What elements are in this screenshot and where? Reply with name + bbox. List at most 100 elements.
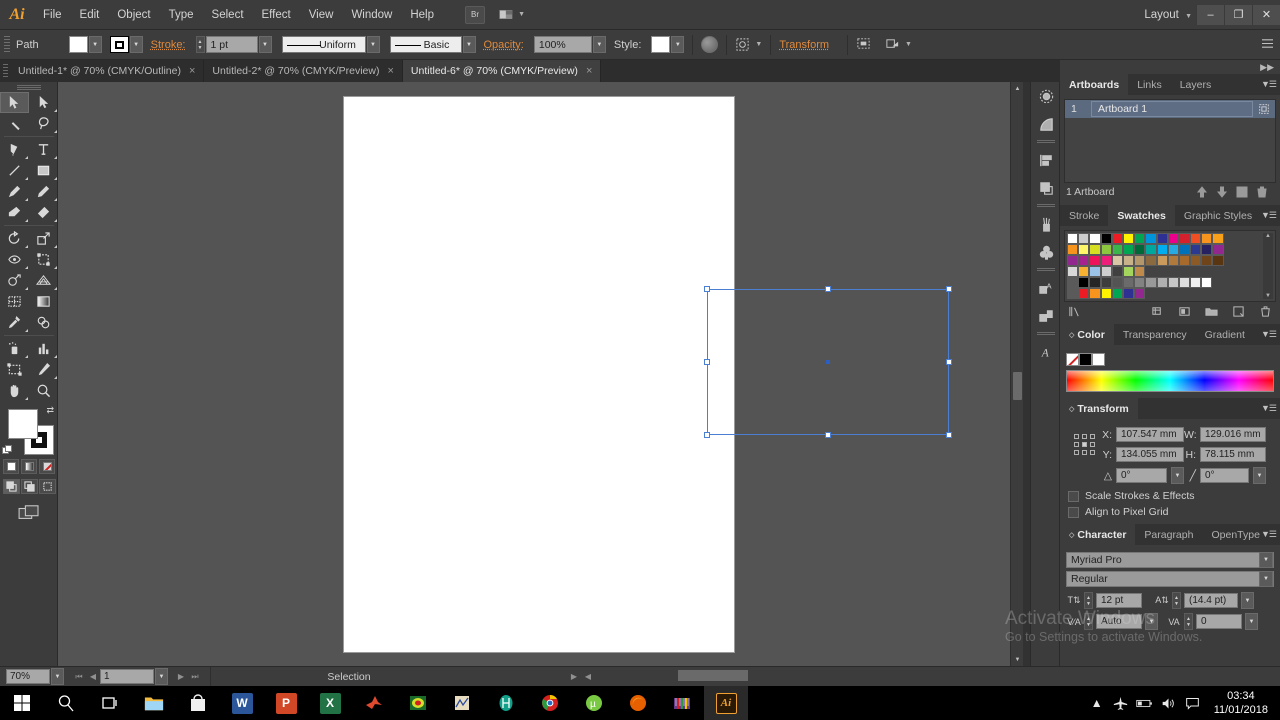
menu-object[interactable]: Object [108,0,159,30]
direct-selection-tool[interactable] [29,92,58,113]
utorrent-icon[interactable]: µ [572,686,616,720]
swatch-cell[interactable] [1122,288,1135,299]
minimize-button[interactable]: – [1196,4,1224,25]
swatch-cell[interactable] [1089,233,1101,244]
handle-bottom-left[interactable] [704,432,710,438]
word-icon[interactable]: W [220,686,264,720]
swatch-cell[interactable] [1089,288,1101,299]
swap-fill-stroke-icon[interactable]: ⇄ [46,405,54,416]
tab-bar-grip[interactable] [0,60,10,82]
microsoft-store-icon[interactable] [176,686,220,720]
kerning-dropdown-icon[interactable]: ▼ [1145,613,1158,630]
swatch-cell[interactable] [1201,255,1213,266]
swatch-cell[interactable] [1201,244,1213,255]
canvas-vertical-scrollbar[interactable]: ▲ ▼ [1010,82,1023,666]
pen-tool[interactable] [0,139,29,160]
new-swatch-icon[interactable] [1232,305,1245,318]
action-center-icon[interactable] [1182,686,1204,720]
swatch-cell[interactable] [1122,255,1135,266]
handle-bottom-center[interactable] [825,432,831,438]
scroll-down-icon[interactable]: ▼ [1011,653,1023,666]
swatches-scrollbar[interactable]: ▲ ▼ [1263,233,1273,299]
fill-color-swatch[interactable] [68,36,88,53]
opacity-dropdown-icon[interactable]: ▼ [592,36,606,53]
w-field[interactable]: 129.016 mm [1200,427,1266,442]
eyedropper-tool[interactable] [0,312,29,333]
swatch-cell[interactable] [1145,244,1157,255]
artboard-canvas[interactable] [344,97,952,652]
tab-artboards[interactable]: Artboards [1060,74,1129,95]
leading-dropdown-icon[interactable]: ▼ [1241,592,1254,609]
draw-inside-button[interactable] [38,479,56,494]
align-pixel-checkbox[interactable] [1068,506,1079,518]
battery-icon[interactable] [1134,686,1156,720]
swatch-rows[interactable] [1067,233,1263,299]
tab-gradient[interactable]: Gradient [1195,324,1254,345]
swatch-cell[interactable] [1145,233,1157,244]
file-explorer-icon[interactable] [132,686,176,720]
swatch-cell[interactable] [1100,244,1112,255]
font-style-dropdown-icon[interactable]: ▼ [1259,571,1273,587]
swatch-cell[interactable] [1089,244,1101,255]
swatch-cell[interactable] [1134,233,1146,244]
workspace-switcher[interactable]: Layout ▼ [1144,9,1196,21]
show-hidden-icons-icon[interactable]: ▲ [1086,686,1108,720]
search-icon[interactable] [44,686,88,720]
swatch-cell[interactable] [1167,277,1179,288]
swatch-cell[interactable] [1089,266,1101,277]
arrange-documents-button[interactable]: ▼ [499,6,525,24]
show-swatch-kinds-icon[interactable] [1151,305,1164,318]
font-size-stepper[interactable]: ▲ ▼ [1084,592,1093,609]
swatch-cell[interactable] [1212,244,1224,255]
swatch-cell[interactable] [1100,277,1112,288]
brush-definition-dropdown-icon[interactable]: ▼ [462,36,476,53]
swatch-cell[interactable] [1167,244,1179,255]
matlab-icon[interactable] [352,686,396,720]
document-tab-2[interactable]: Untitled-2* @ 70% (CMYK/Preview) × [204,60,403,82]
swatch-cell[interactable] [1178,255,1191,266]
swatches-grid[interactable]: ▲ ▼ [1064,230,1276,302]
free-transform-tool[interactable] [29,249,58,270]
font-family-dropdown-icon[interactable]: ▼ [1259,552,1273,568]
rotate-tool[interactable] [0,228,29,249]
transform-link[interactable]: Transform [779,39,829,51]
y-field[interactable]: 134.055 mm [1116,447,1184,462]
illustrator-icon[interactable]: Ai [704,686,748,720]
swatch-cell[interactable] [1178,244,1191,255]
menu-file[interactable]: File [34,0,71,30]
new-color-group-icon[interactable] [1205,305,1218,318]
scrollbar-thumb[interactable] [678,670,748,681]
swatch-cell[interactable] [1111,244,1123,255]
swatch-cell[interactable] [1145,277,1157,288]
stroke-weight-field[interactable]: 1 pt [205,36,258,53]
swatch-cell[interactable] [1134,266,1146,277]
swatch-cell[interactable] [1067,233,1079,244]
style-dropdown-icon[interactable]: ▼ [671,36,685,53]
swatch-cell[interactable] [1067,288,1079,299]
color-mode-button[interactable] [3,459,19,474]
stroke-profile-dropdown-icon[interactable]: ▼ [366,36,380,53]
tab-character[interactable]: ◇ Character [1060,524,1136,545]
color-spectrum-bar[interactable] [1066,370,1274,392]
artboard-list[interactable]: 1 Artboard 1 [1064,99,1276,183]
graphic-style-swatch[interactable] [651,36,671,53]
restore-button[interactable]: ❐ [1224,4,1252,25]
chrome-icon[interactable] [528,686,572,720]
control-bar-menu-icon[interactable] [1261,38,1280,52]
stroke-color-swatch[interactable] [109,36,129,53]
bridge-button[interactable]: Br [465,5,485,24]
tab-transparency[interactable]: Transparency [1113,324,1196,345]
swatch-cell[interactable] [1167,255,1179,266]
rotate-dropdown-icon[interactable]: ▼ [1171,467,1184,484]
blob-brush-tool[interactable] [0,202,29,223]
screen-mode-button[interactable] [0,504,57,522]
origin-icon[interactable] [440,686,484,720]
scroll-up-icon[interactable]: ▲ [1265,233,1271,239]
swatch-libraries-icon[interactable] [1068,305,1081,318]
align-button[interactable] [856,36,871,54]
swatch-cell[interactable] [1156,255,1168,266]
gradient-tool[interactable] [29,291,58,312]
align-panel-icon[interactable] [1031,146,1061,174]
pencil-tool[interactable] [29,181,58,202]
handle-top-left[interactable] [704,286,710,292]
